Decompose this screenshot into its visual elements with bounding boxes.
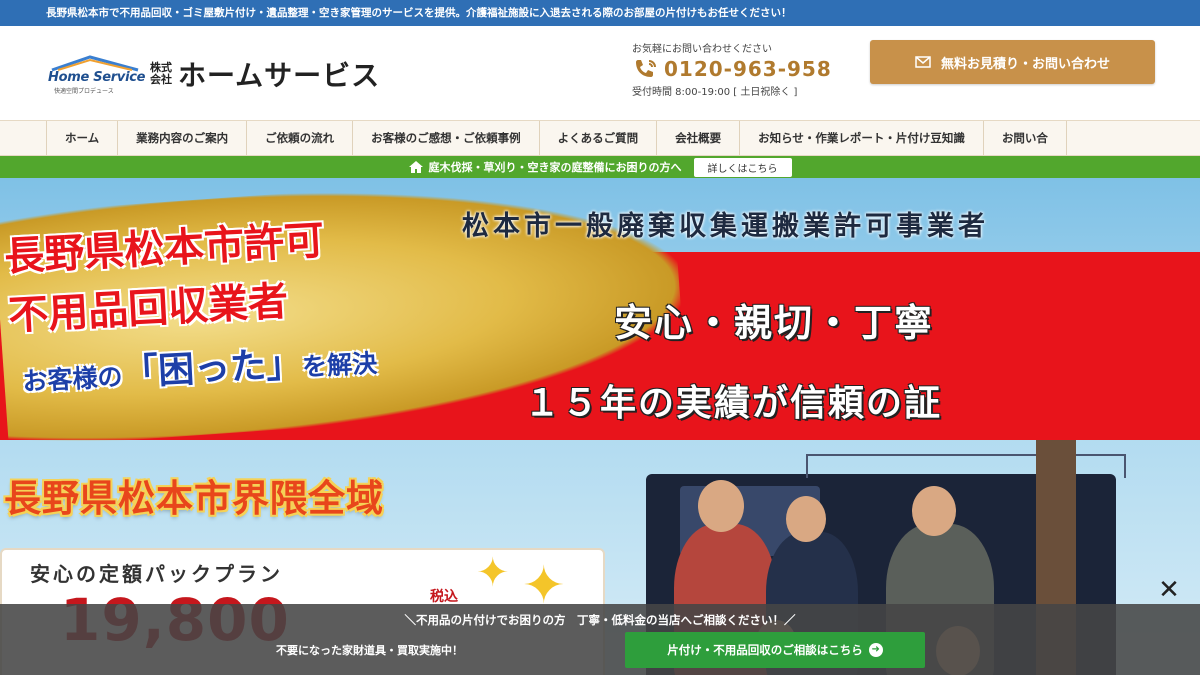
hero-headline-3c: を解決 <box>301 348 378 382</box>
consult-overlay: ＼不用品の片付けでお困りの方 丁寧・低料金の当店へご相談ください！／ 不要になっ… <box>0 604 1200 675</box>
overlay-message: ＼不用品の片付けでお困りの方 丁寧・低料金の当店へご相談ください！／ <box>404 613 796 627</box>
site-header: Home Service 快適空間プロデュース 株式 会社 ホームサービス お気… <box>0 26 1200 120</box>
nav-item-company[interactable]: 会社概要 <box>657 121 741 155</box>
nav-label: ホーム <box>65 131 100 145</box>
site-logo[interactable]: Home Service 快適空間プロデュース 株式 会社 ホームサービス <box>46 52 380 96</box>
license-heading: 松本市一般廃棄収集運搬業許可事業者 <box>462 211 989 242</box>
nav-item-news[interactable]: お知らせ・作業レポート・片付け豆知識 <box>740 121 984 155</box>
phone-icon <box>636 60 656 77</box>
home-icon <box>408 161 423 173</box>
pack-plan-tax: 税込 <box>430 589 458 605</box>
overlay-buyback-note: 不要になった家財道具・買取実施中！ <box>276 644 463 657</box>
logo-company-name: ホームサービス <box>178 59 381 92</box>
staff-face-1 <box>698 480 744 532</box>
nav-label: お客様のご感想・ご依頼事例 <box>371 131 521 145</box>
estimate-contact-label: 無料お見積り・お問い合わせ <box>940 56 1110 72</box>
arrow-right-icon: ➜ <box>868 643 883 657</box>
staff-face-2 <box>786 496 826 542</box>
sparkle-icon: ✦ <box>476 550 510 596</box>
contact-lead: お気軽にお問い合わせください <box>632 44 772 55</box>
garden-notice-bar: 庭木伐採・草刈り・空き家の庭整備にお困りの方へ 詳しくはこちら <box>0 156 1200 178</box>
nav-item-reviews[interactable]: お客様のご感想・ご依頼事例 <box>353 121 540 155</box>
top-info-bar: 長野県松本市で不用品回収・ゴミ屋敷片付け・遺品整理・空き家管理のサービスを提供。… <box>0 0 1200 26</box>
pack-plan-title: 安心の定額パックプラン <box>30 562 283 586</box>
nav-item-faq[interactable]: よくあるご質問 <box>540 121 658 155</box>
logo-corp-bottom: 会社 <box>150 73 172 86</box>
garden-notice-text: 庭木伐採・草刈り・空き家の庭整備にお困りの方へ <box>428 161 682 174</box>
staff-face-3 <box>912 486 956 536</box>
close-icon[interactable]: ✕ <box>1155 576 1183 604</box>
contact-block: お気軽にお問い合わせください 0120-963-958 受付時間 8:00-19… <box>632 40 832 98</box>
nav-label: お問い合 <box>1001 131 1048 145</box>
hero-headline-3a: お客様の <box>21 362 124 397</box>
hero-record: １５年の実績が信頼の証 <box>524 383 943 424</box>
nav-label: ご依頼の流れ <box>265 131 335 145</box>
truck-rack-shape <box>806 454 1126 478</box>
mail-icon <box>915 56 931 68</box>
nav-item-services[interactable]: 業務内容のご案内 <box>118 121 248 155</box>
hero-headline-3b: 「困った」 <box>121 343 304 395</box>
service-area: 長野県松本市界隈全域 <box>4 477 384 520</box>
phone-number: 0120-963-958 <box>664 57 832 81</box>
nav-label: お知らせ・作業レポート・片付け豆知識 <box>758 131 965 145</box>
logo-english: Home Service <box>48 70 146 85</box>
logo-corp-type: 株式 会社 <box>150 62 172 86</box>
business-hours: 受付時間 8:00-19:00 [ 土日祝除く ] <box>632 87 798 98</box>
top-info-text: 長野県松本市で不用品回収・ゴミ屋敷片付け・遺品整理・空き家管理のサービスを提供。… <box>46 7 792 19</box>
nav-label: 会社概要 <box>675 131 722 145</box>
phone-link[interactable]: 0120-963-958 <box>632 57 832 81</box>
logo-mark: Home Service 快適空間プロデュース <box>46 54 146 95</box>
consult-button[interactable]: 片付け・不用品回収のご相談はこちら ➜ <box>625 632 925 668</box>
nav-item-contact[interactable]: お問い合 <box>984 121 1067 155</box>
consult-button-label: 片付け・不用品回収のご相談はこちら <box>667 643 863 657</box>
garden-details-button[interactable]: 詳しくはこちら <box>693 157 792 177</box>
hero-banner: 松本市一般廃棄収集運搬業許可事業者 長野県松本市許可 不用品回収業者 お客様の「… <box>0 178 1200 675</box>
nav-item-home[interactable]: ホーム <box>46 121 119 155</box>
hero-slogan: 安心・親切・丁寧 <box>614 301 935 345</box>
estimate-contact-button[interactable]: 無料お見積り・お問い合わせ <box>870 40 1155 84</box>
logo-tagline: 快適空間プロデュース <box>54 88 114 95</box>
nav-label: 業務内容のご案内 <box>136 131 229 145</box>
main-nav: ホーム 業務内容のご案内 ご依頼の流れ お客様のご感想・ご依頼事例 よくあるご質… <box>0 120 1200 156</box>
nav-label: よくあるご質問 <box>557 131 639 145</box>
nav-item-flow[interactable]: ご依頼の流れ <box>247 121 354 155</box>
